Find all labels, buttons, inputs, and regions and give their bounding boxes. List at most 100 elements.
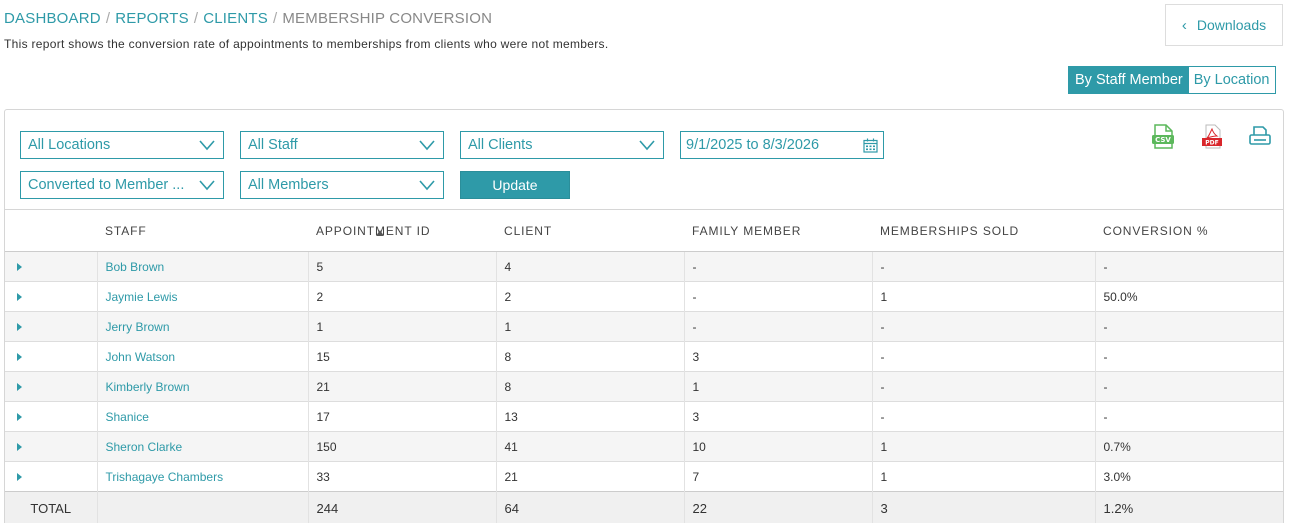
breadcrumb-separator: / <box>272 10 278 27</box>
table-cell: 4 <box>495 251 684 282</box>
staff-name-link[interactable]: John Watson <box>96 341 308 372</box>
table-cell: 150 <box>307 431 496 462</box>
staff-name-link[interactable]: Shanice <box>96 401 308 432</box>
staff-name-link[interactable]: Jerry Brown <box>96 311 308 342</box>
expand-row-icon[interactable] <box>17 262 22 271</box>
pdf-export-icon[interactable]: PDF <box>1201 124 1223 150</box>
breadcrumb: DASHBOARD / REPORTS / CLIENTS / MEMBERSHIP CON… <box>4 10 492 27</box>
expand-row-icon[interactable] <box>17 382 22 391</box>
clients-select-value: All Clients <box>468 137 533 153</box>
table-header-row: STAFF APPOINTMENT ID CLIENT FAMILY MEMBE… <box>5 209 1283 252</box>
staff-name-link[interactable]: Sheron Clarke <box>96 431 308 462</box>
conversion-filter-select[interactable]: Converted to Member ... <box>20 171 224 199</box>
table-cell: - <box>1094 371 1283 402</box>
expand-row-icon[interactable] <box>17 472 22 481</box>
staff-name-link[interactable]: Bob Brown <box>96 251 308 282</box>
date-range-value: 9/1/2025 to 8/3/2026 <box>686 137 820 153</box>
column-header-label: STAFF <box>105 223 147 238</box>
table-cell: - <box>871 311 1095 342</box>
breadcrumb-dashboard[interactable]: DASHBOARD <box>4 10 101 27</box>
column-header-client[interactable]: CLIENT <box>496 209 684 252</box>
total-cell: 64 <box>495 491 684 523</box>
downloads-button[interactable]: ‹ Downloads <box>1165 4 1283 46</box>
table-cell: 3 <box>683 341 872 372</box>
expand-row-icon[interactable] <box>17 442 22 451</box>
calendar-icon[interactable] <box>863 138 878 153</box>
staff-name-link[interactable]: Trishagaye Chambers <box>96 461 308 492</box>
conversion-filter-value: Converted to Member ... <box>28 177 185 193</box>
table-cell: 17 <box>307 401 496 432</box>
sort-ascending-icon[interactable] <box>376 230 384 236</box>
table-cell: - <box>683 311 872 342</box>
row-expand-cell <box>5 341 97 372</box>
expand-row-icon[interactable] <box>17 352 22 361</box>
table-cell: 1 <box>871 461 1095 492</box>
table-cell: 1 <box>307 311 496 342</box>
table-cell: - <box>1094 401 1283 432</box>
table-cell: 15 <box>307 341 496 372</box>
row-expand-cell <box>5 461 97 492</box>
total-row: TOTAL 244 64 22 3 1.2% <box>5 491 1283 523</box>
svg-text:PDF: PDF <box>1205 140 1218 147</box>
table-cell: 8 <box>495 341 684 372</box>
table-cell: 1 <box>683 371 872 402</box>
staff-name-link[interactable]: Kimberly Brown <box>96 371 308 402</box>
chevron-down-icon <box>199 180 215 191</box>
column-header-family-member[interactable]: FAMILY MEMBER <box>684 209 872 252</box>
expand-row-icon[interactable] <box>17 412 22 421</box>
table-row: John Watson 15 8 3- - <box>5 341 1283 372</box>
expand-column-header <box>5 209 97 252</box>
location-select-value: All Locations <box>28 137 111 153</box>
clients-select[interactable]: All Clients <box>460 131 664 159</box>
table-cell: - <box>683 281 872 312</box>
table-cell: - <box>1094 341 1283 372</box>
row-expand-cell <box>5 281 97 312</box>
expand-row-icon[interactable] <box>17 292 22 301</box>
row-expand-cell <box>5 371 97 402</box>
by-staff-member-button[interactable]: By Staff Member <box>1069 67 1189 93</box>
chevron-down-icon <box>419 180 435 191</box>
staff-name-link[interactable]: Jaymie Lewis <box>96 281 308 312</box>
column-header-appointment-id[interactable]: APPOINTMENT ID <box>308 209 496 252</box>
table-cell: 5 <box>307 251 496 282</box>
date-range-input[interactable]: 9/1/2025 to 8/3/2026 <box>680 131 884 159</box>
column-header-memberships-sold[interactable]: MEMBERSHIPS SOLD <box>872 209 1095 252</box>
by-location-button[interactable]: By Location <box>1188 67 1275 93</box>
report-panel: All Locations All Staff All Clients 9/1/… <box>4 109 1284 523</box>
table-cell: 21 <box>307 371 496 402</box>
breadcrumb-reports[interactable]: REPORTS <box>115 10 189 27</box>
print-icon[interactable] <box>1248 124 1272 148</box>
table-cell: 21 <box>495 461 684 492</box>
chevron-down-icon <box>199 140 215 151</box>
members-select-value: All Members <box>248 177 329 193</box>
table-cell: 41 <box>495 431 684 462</box>
total-cell: 244 <box>307 491 496 523</box>
table-cell: - <box>683 251 872 282</box>
staff-select[interactable]: All Staff <box>240 131 444 159</box>
update-button[interactable]: Update <box>460 171 570 199</box>
total-staff-cell <box>96 491 308 523</box>
membership-conversion-table: STAFF APPOINTMENT ID CLIENT FAMILY MEMBE… <box>5 209 1283 523</box>
table-cell: - <box>871 401 1095 432</box>
table-cell: - <box>871 251 1095 282</box>
table-cell: - <box>871 341 1095 372</box>
total-cell: 3 <box>871 491 1095 523</box>
row-expand-cell <box>5 401 97 432</box>
row-expand-cell <box>5 251 97 282</box>
table-row: Jerry Brown 1 1- - - <box>5 311 1283 342</box>
location-select[interactable]: All Locations <box>20 131 224 159</box>
column-header-conversion[interactable]: CONVERSION % <box>1095 209 1283 252</box>
view-toggle: By Staff Member By Location <box>1068 66 1276 94</box>
column-header-staff[interactable]: STAFF <box>97 209 384 252</box>
breadcrumb-clients[interactable]: CLIENTS <box>203 10 268 27</box>
table-cell: 2 <box>307 281 496 312</box>
table-cell: 8 <box>495 371 684 402</box>
expand-row-icon[interactable] <box>17 322 22 331</box>
svg-text:CSV: CSV <box>1155 136 1171 144</box>
table-row: Kimberly Brown 21 8 1- - <box>5 371 1283 402</box>
breadcrumb-separator: / <box>193 10 199 27</box>
members-select[interactable]: All Members <box>240 171 444 199</box>
table-row: Bob Brown 5 4- - - <box>5 251 1283 282</box>
csv-export-icon[interactable]: CSV <box>1151 124 1175 150</box>
table-cell: 7 <box>683 461 872 492</box>
